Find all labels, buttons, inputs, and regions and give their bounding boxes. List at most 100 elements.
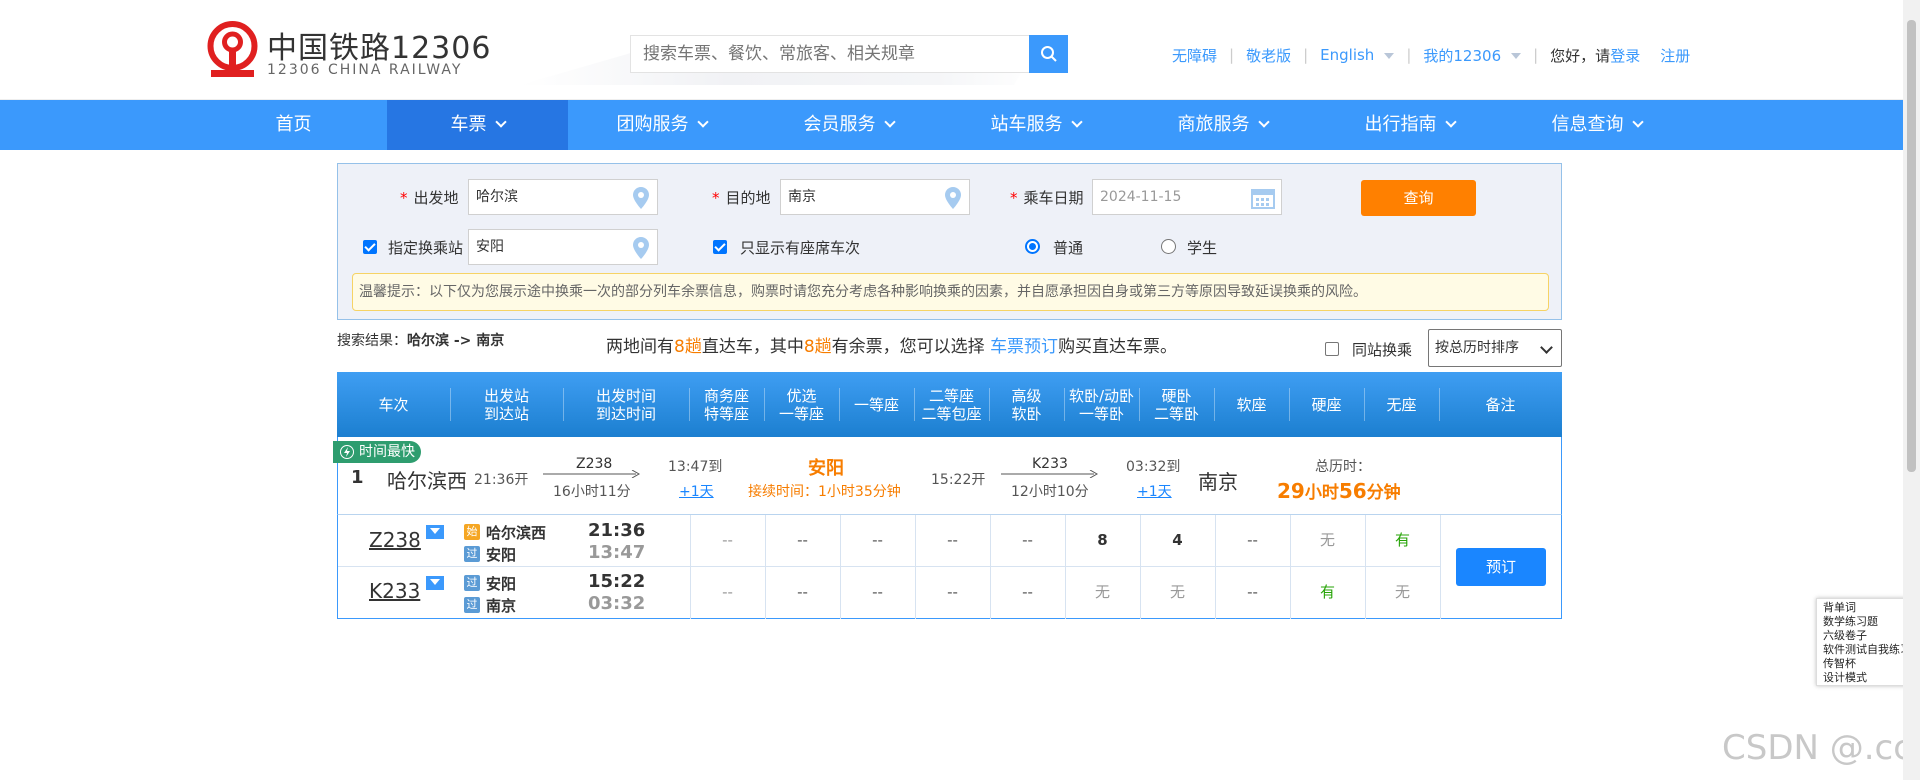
transfer-checkbox[interactable] bbox=[363, 240, 377, 254]
summary-dur1: 16小时11分 bbox=[553, 484, 631, 500]
col-header-remark: 备注 bbox=[1485, 395, 1516, 414]
direct-msg: 购买直达车票。 bbox=[1058, 337, 1178, 357]
nav-item-tickets[interactable]: 车票 bbox=[387, 100, 568, 150]
pass-station-icon: 过 bbox=[464, 575, 480, 591]
chevron-down-icon bbox=[1070, 116, 1083, 128]
result-prefix: 搜索结果： bbox=[337, 333, 407, 349]
to-label-text: 目的地 bbox=[725, 189, 771, 207]
depart-time: 21:36 bbox=[588, 520, 646, 541]
direct-msg: 两地间有 bbox=[606, 337, 674, 357]
nav-item-group[interactable]: 团购服务 bbox=[568, 100, 755, 150]
seat-no-seat: 无 bbox=[1394, 583, 1410, 601]
summary-plus-day[interactable]: +1天 bbox=[1137, 481, 1172, 501]
date-label: * 乘车日期 bbox=[1010, 189, 1084, 207]
sort-select[interactable]: 按总历时排序 bbox=[1428, 329, 1562, 367]
warning-tip: 温馨提示：以下仅为您展示途中换乘一次的部分列车余票信息，购票时请您充分考虑各种影… bbox=[352, 273, 1549, 311]
accessible-link[interactable]: 无障碍 bbox=[1172, 45, 1217, 66]
train-number-link[interactable]: K233 bbox=[369, 579, 420, 603]
popup-item[interactable]: 背单词 bbox=[1823, 601, 1913, 615]
date-input[interactable]: 2024-11-15 bbox=[1092, 179, 1282, 215]
seat-deluxe-sleeper: -- bbox=[1022, 531, 1033, 549]
summary-transfer-time: 接续时间：1小时35分钟 bbox=[748, 484, 901, 500]
login-link[interactable]: 登录 bbox=[1610, 45, 1640, 66]
seat-only-checkbox[interactable] bbox=[713, 240, 727, 254]
chevron-down-icon bbox=[1631, 116, 1644, 128]
location-pin-icon[interactable] bbox=[945, 187, 961, 209]
nav-item-home[interactable]: 首页 bbox=[200, 100, 387, 150]
nav-item-business[interactable]: 商旅服务 bbox=[1129, 100, 1316, 150]
chevron-down-icon bbox=[1384, 52, 1395, 59]
location-pin-icon[interactable] bbox=[633, 187, 649, 209]
logo[interactable]: 中国铁路12306 12306 CHINA RAILWAY bbox=[205, 20, 490, 82]
nav-item-member[interactable]: 会员服务 bbox=[755, 100, 942, 150]
summary-plus-day[interactable]: +1天 bbox=[679, 481, 714, 501]
col-header-first: 一等座 bbox=[853, 395, 899, 414]
normal-label: 普通 bbox=[1053, 239, 1084, 257]
scrollbar-thumb[interactable] bbox=[1907, 20, 1916, 472]
top-links: 无障碍 | 敬老版 | English | 我的12306 | 您好，请 登录 … bbox=[1172, 44, 1690, 66]
to-label: * 目的地 bbox=[712, 189, 771, 207]
direct-info: 两地间有8趟直达车，其中8趟有余票，您可以选择 车票预订购买直达车票。 bbox=[606, 332, 1177, 357]
from-label: * 出发地 bbox=[400, 189, 459, 207]
arrive-station: 南京 bbox=[486, 597, 517, 615]
col-header-station: 出发站 到达站 bbox=[483, 386, 529, 423]
seat-only-label: 只显示有座席车次 bbox=[740, 239, 861, 257]
book-button[interactable]: 预订 bbox=[1456, 548, 1546, 586]
main-nav: 首页 车票 团购服务 会员服务 站车服务 商旅服务 出行指南 信息查询 bbox=[0, 100, 1920, 150]
seat-business: -- bbox=[722, 531, 733, 549]
ticket-booking-link[interactable]: 车票预订 bbox=[990, 337, 1058, 357]
from-input[interactable]: 哈尔滨 bbox=[468, 179, 658, 215]
nav-item-station[interactable]: 站车服务 bbox=[942, 100, 1129, 150]
seat-soft-seat: -- bbox=[1247, 531, 1258, 549]
elder-version-link[interactable]: 敬老版 bbox=[1246, 45, 1291, 66]
transfer-input[interactable]: 安阳 bbox=[468, 229, 658, 265]
arrow-right-icon bbox=[543, 470, 640, 478]
seat-business: -- bbox=[722, 583, 733, 601]
seat-first: -- bbox=[872, 531, 883, 549]
nav-item-guide[interactable]: 出行指南 bbox=[1316, 100, 1503, 150]
col-header-soft-seat: 软座 bbox=[1236, 395, 1267, 414]
register-link[interactable]: 注册 bbox=[1660, 45, 1690, 66]
popup-item[interactable]: 六级卷子 bbox=[1823, 629, 1913, 643]
summary-total-duration: 29小时56分钟 bbox=[1277, 479, 1401, 503]
location-pin-icon[interactable] bbox=[633, 237, 649, 259]
col-header-premium-first: 优选 一等座 bbox=[778, 386, 824, 423]
normal-radio[interactable] bbox=[1025, 239, 1040, 254]
nav-item-info[interactable]: 信息查询 bbox=[1503, 100, 1690, 150]
from-value: 哈尔滨 bbox=[476, 189, 518, 205]
chevron-down-icon bbox=[494, 116, 507, 128]
nav-label: 信息查询 bbox=[1551, 114, 1624, 135]
student-radio[interactable] bbox=[1161, 239, 1176, 254]
dropdown-toggle-icon[interactable] bbox=[426, 576, 444, 590]
popup-item[interactable]: 传智杯 bbox=[1823, 657, 1913, 671]
seat-second: -- bbox=[947, 583, 958, 601]
seat-soft-sleeper: 8 bbox=[1097, 531, 1108, 549]
watermark: CSDN @.ccl bbox=[1722, 728, 1920, 768]
dropdown-toggle-icon[interactable] bbox=[426, 525, 444, 539]
language-dropdown[interactable]: English bbox=[1320, 46, 1395, 64]
seat-premium-first: -- bbox=[797, 583, 808, 601]
popup-item[interactable]: 软件测试自我练习 bbox=[1823, 643, 1913, 657]
direct-msg: 有余票，您可以选择 bbox=[831, 337, 991, 357]
chevron-down-icon bbox=[883, 116, 896, 128]
my12306-dropdown[interactable]: 我的12306 bbox=[1423, 45, 1522, 66]
to-input[interactable]: 南京 bbox=[780, 179, 970, 215]
query-button[interactable]: 查询 bbox=[1361, 180, 1476, 216]
summary-transfer-station: 安阳 bbox=[808, 458, 844, 479]
result-summary: 搜索结果：哈尔滨 -> 南京 bbox=[337, 330, 504, 350]
greeting-text: 您好，请 bbox=[1550, 46, 1611, 65]
chevron-down-icon bbox=[1444, 116, 1457, 128]
col-header-no-seat: 无座 bbox=[1386, 395, 1417, 414]
search-input[interactable] bbox=[631, 36, 1029, 72]
direct-msg: 直达车，其中 bbox=[701, 337, 804, 357]
nav-label: 商旅服务 bbox=[1177, 114, 1250, 135]
calendar-icon[interactable] bbox=[1251, 187, 1275, 209]
search-button[interactable] bbox=[1029, 35, 1068, 73]
popup-item[interactable]: 数学练习题 bbox=[1823, 615, 1913, 629]
popup-item[interactable]: 设计模式 bbox=[1823, 671, 1913, 685]
arrow-right-icon bbox=[1001, 470, 1098, 478]
divider: | bbox=[1533, 46, 1539, 64]
same-station-checkbox[interactable] bbox=[1325, 342, 1339, 356]
train-number-link[interactable]: Z238 bbox=[369, 528, 421, 552]
transfer-trains-table: Z238 始 哈尔滨西 过 安阳 21:36 13:47 -- -- -- --… bbox=[337, 515, 1562, 619]
